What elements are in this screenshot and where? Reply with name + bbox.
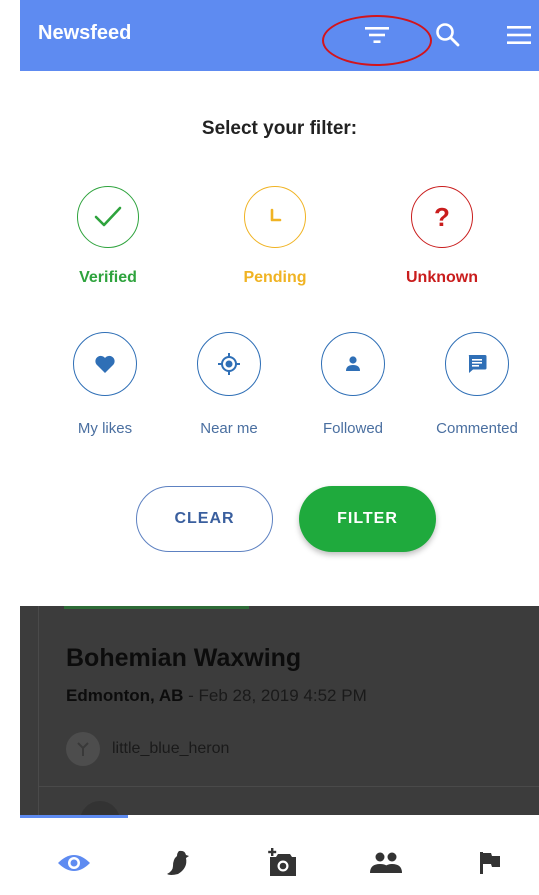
feed-overlay: Bohemian Waxwing Edmonton, AB - Feb 28, … [20, 606, 539, 841]
search-icon[interactable] [431, 18, 465, 52]
menu-icon[interactable] [502, 18, 536, 52]
sighting-meta: Edmonton, AB - Feb 28, 2019 4:52 PM [66, 686, 367, 706]
pending-ring [244, 186, 306, 248]
bird-name: Bohemian Waxwing [66, 644, 302, 672]
people-icon [370, 852, 402, 873]
filter-panel: Select your filter: Verified Pending ? U… [20, 71, 539, 606]
add-photo-icon [268, 848, 296, 876]
clear-button[interactable]: CLEAR [136, 486, 273, 552]
card-border [38, 606, 39, 815]
filter-near-me[interactable]: Near me [174, 332, 284, 437]
avatar [66, 732, 100, 766]
my-likes-ring [73, 332, 137, 396]
verified-ring [77, 186, 139, 248]
filter-my-likes[interactable]: My likes [50, 332, 160, 437]
filter-icon[interactable] [360, 18, 394, 52]
app-screen: Newsfeed Select your filter: Verified Pe… [20, 0, 539, 895]
heart-icon [95, 355, 115, 373]
status-strip [64, 606, 249, 609]
commented-ring [445, 332, 509, 396]
filter-pending[interactable]: Pending [220, 186, 330, 287]
eye-icon [58, 855, 90, 871]
nav-feed[interactable] [44, 845, 104, 881]
commented-label: Commented [436, 420, 518, 437]
card-divider [38, 786, 539, 787]
active-tab-indicator [20, 815, 128, 818]
sighting-datetime: Feb 28, 2019 4:52 PM [198, 686, 367, 705]
filter-commented[interactable]: Commented [422, 332, 532, 437]
filter-followed[interactable]: Followed [298, 332, 408, 437]
check-icon [94, 206, 122, 227]
nav-reports[interactable] [460, 845, 520, 881]
verified-label: Verified [79, 269, 137, 286]
filter-heading: Select your filter: [201, 118, 358, 139]
followed-label: Followed [322, 420, 384, 437]
filter-button[interactable]: FILTER [299, 486, 436, 552]
unknown-label: Unknown [406, 269, 478, 286]
near-me-ring [197, 332, 261, 396]
meta-separator: - [183, 686, 199, 705]
app-title: Newsfeed [38, 22, 132, 44]
top-app-bar: Newsfeed [20, 0, 539, 71]
sighting-location: Edmonton, AB [66, 686, 184, 705]
near-me-label: Near me [200, 420, 258, 437]
nav-add-photo[interactable] [252, 845, 312, 881]
comment-icon [468, 355, 487, 373]
flag-icon [480, 852, 500, 874]
followed-ring [321, 332, 385, 396]
post-author: little_blue_heron [66, 732, 229, 766]
my-likes-label: My likes [77, 420, 133, 437]
clock-icon [270, 208, 282, 222]
nav-species[interactable] [148, 845, 208, 881]
author-username: little_blue_heron [112, 740, 230, 757]
nav-people[interactable] [356, 845, 416, 881]
filter-unknown[interactable]: ? Unknown [387, 186, 497, 287]
unknown-ring: ? [411, 186, 473, 248]
location-icon [218, 353, 240, 375]
bird-print-icon [77, 742, 89, 756]
person-icon [346, 356, 360, 371]
question-icon: ? [434, 201, 450, 232]
pending-label: Pending [243, 269, 307, 286]
bottom-navigation [20, 815, 539, 895]
filter-verified[interactable]: Verified [53, 186, 163, 287]
bird-icon [167, 850, 189, 875]
